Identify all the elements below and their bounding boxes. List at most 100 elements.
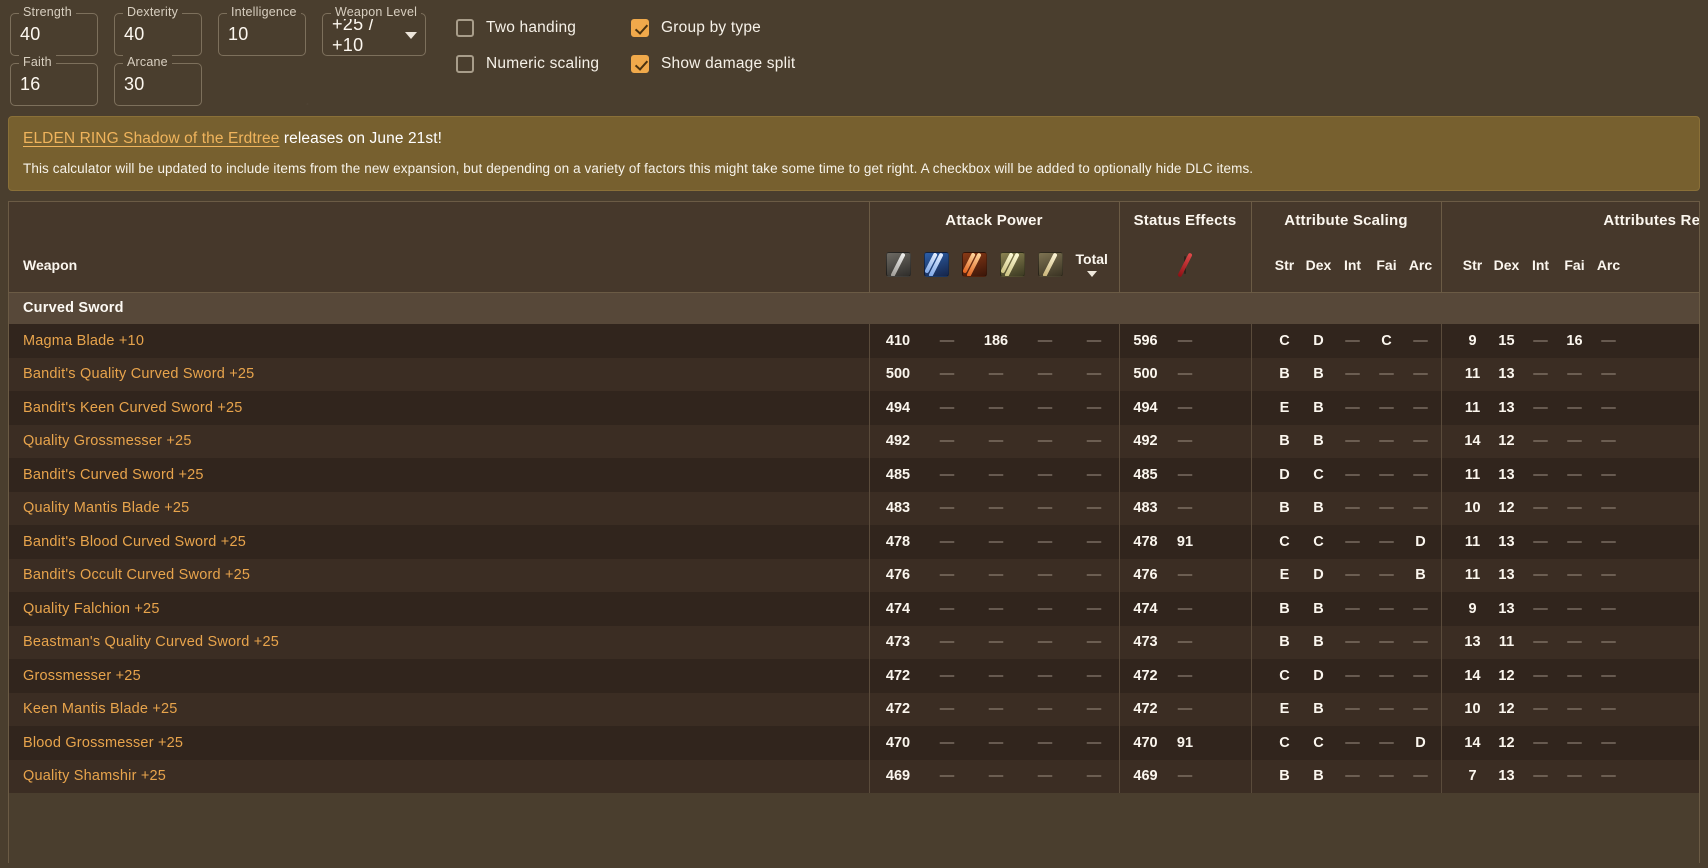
column-header-scaling-fai[interactable]: Fai <box>1370 257 1404 273</box>
faith-field[interactable]: Faith 16 <box>10 55 98 106</box>
scaling-str-value: E <box>1279 399 1290 416</box>
table-row[interactable]: Beastman's Quality Curved Sword +25 473 — —… <box>9 625 1699 659</box>
attack-physical-value: 483 <box>885 500 911 517</box>
intelligence-field[interactable]: Intelligence 10 <box>218 5 306 56</box>
checkbox-icon-checked[interactable] <box>631 55 649 73</box>
scaling-int-value: — <box>1345 399 1360 416</box>
scaling-arc-value: B <box>1415 567 1426 584</box>
weapon-name-link[interactable]: Bandit's Blood Curved Sword +25 <box>9 525 869 559</box>
table-row[interactable]: Bandit's Occult Curved Sword +25 476— — — —4… <box>9 558 1699 592</box>
magic-damage-icon[interactable] <box>923 252 949 278</box>
column-header-required-str[interactable]: Str <box>1456 257 1490 273</box>
column-header-required-dex[interactable]: Dex <box>1490 257 1524 273</box>
attack-fire-value: — <box>988 701 1004 718</box>
required-int-value: — <box>1533 734 1548 751</box>
checkbox-icon-unchecked[interactable] <box>456 55 474 73</box>
table-row[interactable]: Quality Grossmesser +25 492— — — —492— B B — — —1… <box>9 424 1699 458</box>
weapon-table-container[interactable]: Attack Power Status Effects Attribute Sc… <box>8 201 1700 863</box>
required-fai-value: — <box>1567 667 1582 684</box>
dexterity-field[interactable]: Dexterity 40 <box>114 5 202 56</box>
required-int-value: — <box>1533 600 1548 617</box>
strength-field[interactable]: Strength 40 <box>10 5 98 56</box>
column-header-scaling-str[interactable]: Str <box>1268 257 1302 273</box>
attack-holy-value: — <box>1086 399 1102 416</box>
checkbox-two-handing[interactable]: Two handing <box>456 19 631 37</box>
required-dex-value: 12 <box>1498 500 1515 517</box>
column-header-weapon[interactable]: Weapon <box>9 238 869 293</box>
attack-power-cells: 470 — — — — 470 <box>868 726 1158 760</box>
weapon-name-link[interactable]: Bandit's Curved Sword +25 <box>9 458 869 492</box>
scaling-str-value: C <box>1279 332 1290 349</box>
weapon-name-link[interactable]: Magma Blade +10 <box>9 324 869 358</box>
attributes-required-cells: 11 13 — — — <box>1440 391 1699 425</box>
weapon-name-link[interactable]: Keen Mantis Blade +25 <box>9 692 869 726</box>
table-row[interactable]: Keen Mantis Blade +25 472— — — —472— E B — — —10 1… <box>9 692 1699 726</box>
required-int-value: — <box>1533 500 1548 517</box>
weapon-name-link[interactable]: Quality Shamshir +25 <box>9 759 869 793</box>
table-row[interactable]: Bandit's Quality Curved Sword +25 500 — — — —… <box>9 357 1699 391</box>
required-fai-value: — <box>1567 466 1582 483</box>
required-arc-value: — <box>1601 366 1616 383</box>
table-row[interactable]: Bandit's Keen Curved Sword +25 494— — — —494… <box>9 391 1699 425</box>
weapon-name-link[interactable]: Blood Grossmesser +25 <box>9 726 869 760</box>
group-header-status-effects: Status Effects <box>1118 202 1251 238</box>
checkbox-group-by-type[interactable]: Group by type <box>631 19 806 37</box>
physical-damage-icon[interactable] <box>885 252 911 278</box>
weapon-name-link[interactable]: Bandit's Keen Curved Sword +25 <box>9 391 869 425</box>
arcane-value: 30 <box>124 74 145 94</box>
dexterity-value: 40 <box>124 24 145 44</box>
banner-headline: ELDEN RING Shadow of the Erdtree release… <box>23 130 1685 148</box>
weapon-name-link[interactable]: Bandit's Occult Curved Sword +25 <box>9 558 869 592</box>
arcane-field[interactable]: Arcane 30 <box>114 55 202 106</box>
attack-holy-value: — <box>1086 500 1102 517</box>
column-header-scaling-arc[interactable]: Arc <box>1404 257 1438 273</box>
table-row[interactable]: Bandit's Curved Sword +25 485 — — — — 485 — D C — —… <box>9 458 1699 492</box>
bleed-status-icon[interactable] <box>1177 252 1193 278</box>
checkbox-icon-checked[interactable] <box>631 19 649 37</box>
table-row[interactable]: Blood Grossmesser +25 470 — — — — 470 91 C C — — D 14… <box>9 726 1699 760</box>
checkbox-group-by-type-label: Group by type <box>661 19 761 36</box>
column-header-total[interactable]: Total <box>1076 252 1108 278</box>
table-row[interactable]: Quality Shamshir +25 469 — — — — 469 — B B — — — 7 13 —… <box>9 759 1699 793</box>
weapon-level-select[interactable]: Weapon Level +25 / +10 <box>322 5 426 56</box>
lightning-damage-icon[interactable] <box>999 252 1025 278</box>
column-header-required-fai[interactable]: Fai <box>1558 257 1592 273</box>
scaling-dex-value: B <box>1313 500 1324 517</box>
weapon-name-link[interactable]: Beastman's Quality Curved Sword +25 <box>9 625 869 659</box>
table-row[interactable]: Magma Blade +10 410 — 186 — — 596 — C D — C — 9 15 — 16 — <box>9 324 1699 358</box>
checkbox-icon-unchecked[interactable] <box>456 19 474 37</box>
attack-magic-value: — <box>939 734 955 751</box>
table-row[interactable]: Bandit's Blood Curved Sword +25 478— — — —47… <box>9 525 1699 559</box>
holy-damage-icon[interactable] <box>1037 252 1063 278</box>
column-header-scaling-int[interactable]: Int <box>1336 257 1370 273</box>
weapon-name-link[interactable]: Quality Falchion +25 <box>9 592 869 626</box>
checkbox-show-damage-split[interactable]: Show damage split <box>631 55 806 73</box>
scaling-int-value: — <box>1345 701 1360 718</box>
checkbox-numeric-scaling[interactable]: Numeric scaling <box>456 55 631 73</box>
weapon-name-link[interactable]: Grossmesser +25 <box>9 659 869 693</box>
attack-fire-value: — <box>988 500 1004 517</box>
table-row[interactable]: Quality Falchion +25 474 — — — — 474 — B B — — — 9 13 —… <box>9 592 1699 626</box>
chevron-down-icon[interactable] <box>405 31 417 39</box>
required-fai-value: — <box>1567 533 1582 550</box>
weapon-name-link[interactable]: Quality Mantis Blade +25 <box>9 491 869 525</box>
banner-headline-link[interactable]: ELDEN RING Shadow of the Erdtree <box>23 130 279 147</box>
attributes-required-cells: 14 12 — — — <box>1440 424 1699 458</box>
scaling-arc-value: — <box>1413 634 1428 651</box>
column-header-required-arc[interactable]: Arc <box>1592 257 1626 273</box>
sort-descending-icon[interactable] <box>1086 271 1097 278</box>
column-header-scaling-dex[interactable]: Dex <box>1302 257 1336 273</box>
column-header-required-int[interactable]: Int <box>1524 257 1558 273</box>
table-row[interactable]: Grossmesser +25 472 — — — — 472 — C D — — — 14 12 — — — <box>9 659 1699 693</box>
fire-damage-icon[interactable] <box>961 252 987 278</box>
required-arc-value: — <box>1601 466 1616 483</box>
weapon-level-label: Weapon Level <box>331 5 422 19</box>
scaling-fai-value: — <box>1379 500 1394 517</box>
weapon-name-link[interactable]: Quality Grossmesser +25 <box>9 424 869 458</box>
attack-lightning-value: — <box>1037 567 1053 584</box>
table-row[interactable]: Quality Mantis Blade +25 483 — — — — 483 — B B — — —… <box>9 491 1699 525</box>
attack-magic-value: — <box>939 567 955 584</box>
weapon-name-link[interactable]: Bandit's Quality Curved Sword +25 <box>9 357 869 391</box>
required-int-value: — <box>1533 768 1548 785</box>
required-str-value: 14 <box>1464 667 1481 684</box>
